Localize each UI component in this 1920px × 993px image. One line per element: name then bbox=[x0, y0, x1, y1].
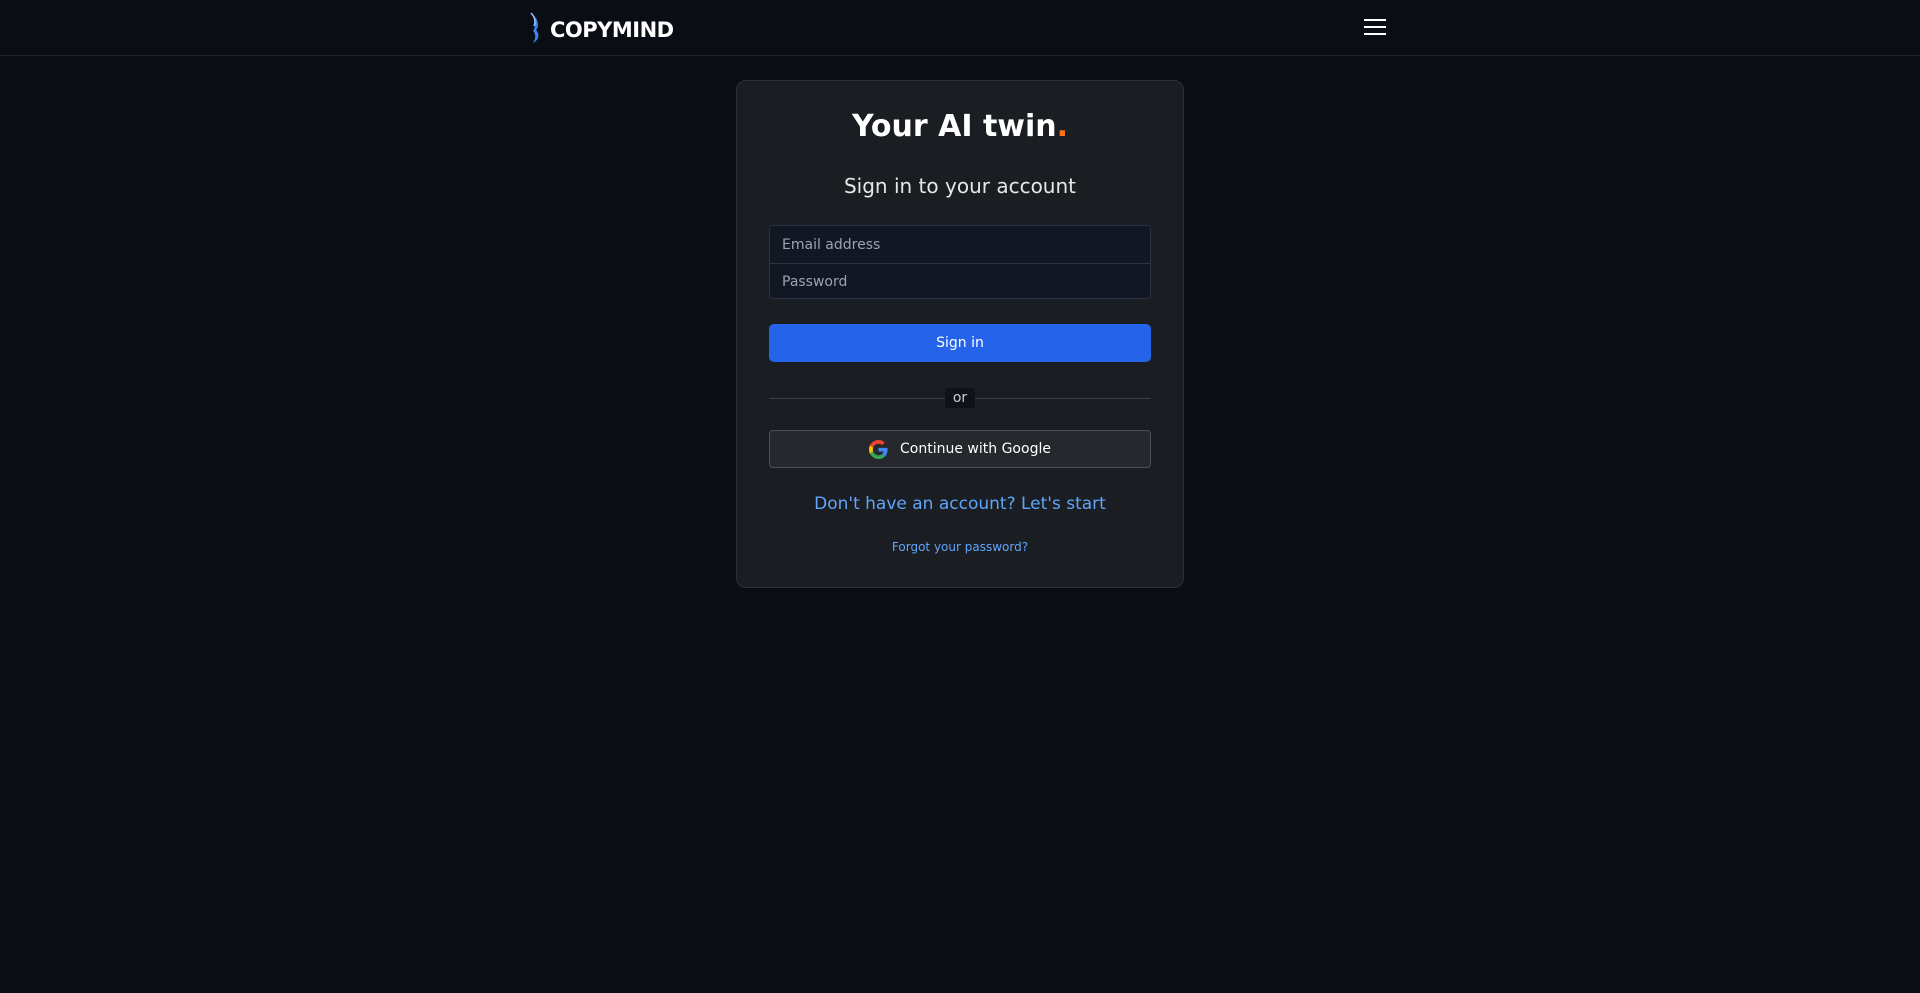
hamburger-menu-button[interactable] bbox=[1362, 16, 1388, 38]
title-accent-dot: . bbox=[1056, 109, 1069, 144]
hamburger-menu-icon-line bbox=[1364, 33, 1386, 35]
continue-with-google-label: Continue with Google bbox=[900, 441, 1051, 457]
hamburger-menu-icon bbox=[1364, 19, 1386, 21]
sign-in-subtitle: Sign in to your account bbox=[843, 174, 1076, 198]
credentials-field-group bbox=[769, 225, 1151, 299]
hamburger-menu-icon-line bbox=[1364, 26, 1386, 28]
password-field[interactable] bbox=[770, 263, 1150, 298]
top-navigation-bar: COPYMIND bbox=[0, 0, 1920, 56]
sign-in-card: Your AI twin. Sign in to your account Si… bbox=[736, 80, 1184, 588]
brand-name: COPYMIND bbox=[550, 18, 674, 42]
google-icon bbox=[869, 439, 888, 459]
brand-logo-link[interactable]: COPYMIND bbox=[528, 12, 674, 44]
copymind-logo-icon bbox=[530, 12, 539, 43]
divider-text: or bbox=[945, 388, 975, 408]
page-title: Your AI twin. bbox=[737, 107, 1183, 147]
email-field[interactable] bbox=[770, 226, 1150, 263]
sign-up-link[interactable]: Don't have an account? Let's start bbox=[737, 493, 1183, 515]
forgot-password-link[interactable]: Forgot your password? bbox=[737, 539, 1183, 555]
sign-in-button[interactable]: Sign in bbox=[769, 324, 1151, 362]
or-divider: or bbox=[769, 388, 1151, 408]
page-title-text: Your AI twin bbox=[851, 109, 1057, 144]
continue-with-google-button[interactable]: Continue with Google bbox=[769, 430, 1151, 468]
